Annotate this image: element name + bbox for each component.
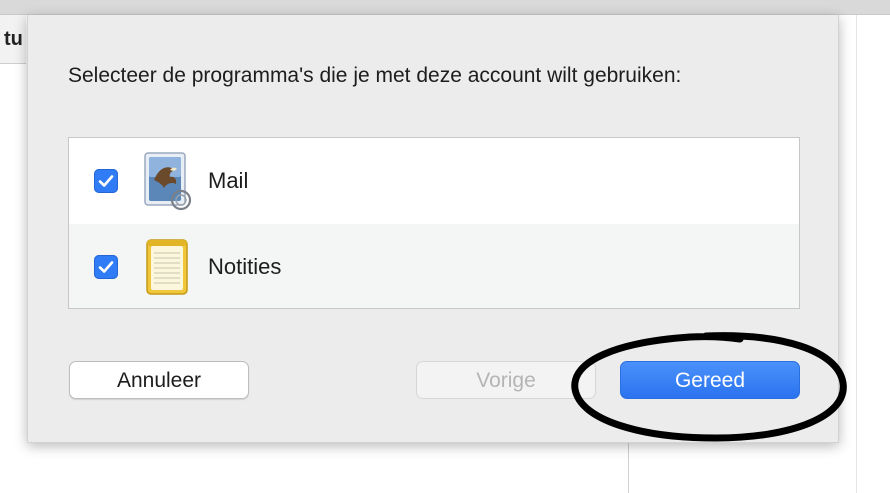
background-window-divider [628, 443, 629, 493]
back-button[interactable]: Vorige [416, 361, 596, 399]
app-row-notes[interactable]: Notities [69, 224, 799, 308]
background-window-sidebar-fragment: tu [0, 15, 26, 64]
notes-checkbox[interactable] [94, 255, 118, 279]
background-window-text-fragment: tu [4, 28, 23, 50]
done-button[interactable]: Gereed [620, 361, 800, 399]
app-list: Mail Notities [68, 137, 800, 309]
app-row-mail[interactable]: Mail [69, 138, 799, 222]
background-window-titlebar [0, 0, 890, 15]
checkmark-icon [98, 175, 114, 187]
notes-label: Notities [208, 254, 282, 279]
mail-label: Mail [208, 168, 249, 193]
cancel-button[interactable]: Annuleer [69, 361, 249, 399]
notes-icon [141, 236, 197, 298]
sheet-prompt: Selecteer de programma's die je met deze… [68, 64, 682, 87]
screen: tu Selecteer de programma's die je met d… [0, 0, 890, 493]
mail-icon [141, 150, 197, 212]
checkmark-icon [98, 261, 114, 273]
background-window-edge [856, 15, 857, 493]
app-selection-sheet: Selecteer de programma's die je met deze… [27, 15, 839, 443]
mail-checkbox[interactable] [94, 169, 118, 193]
